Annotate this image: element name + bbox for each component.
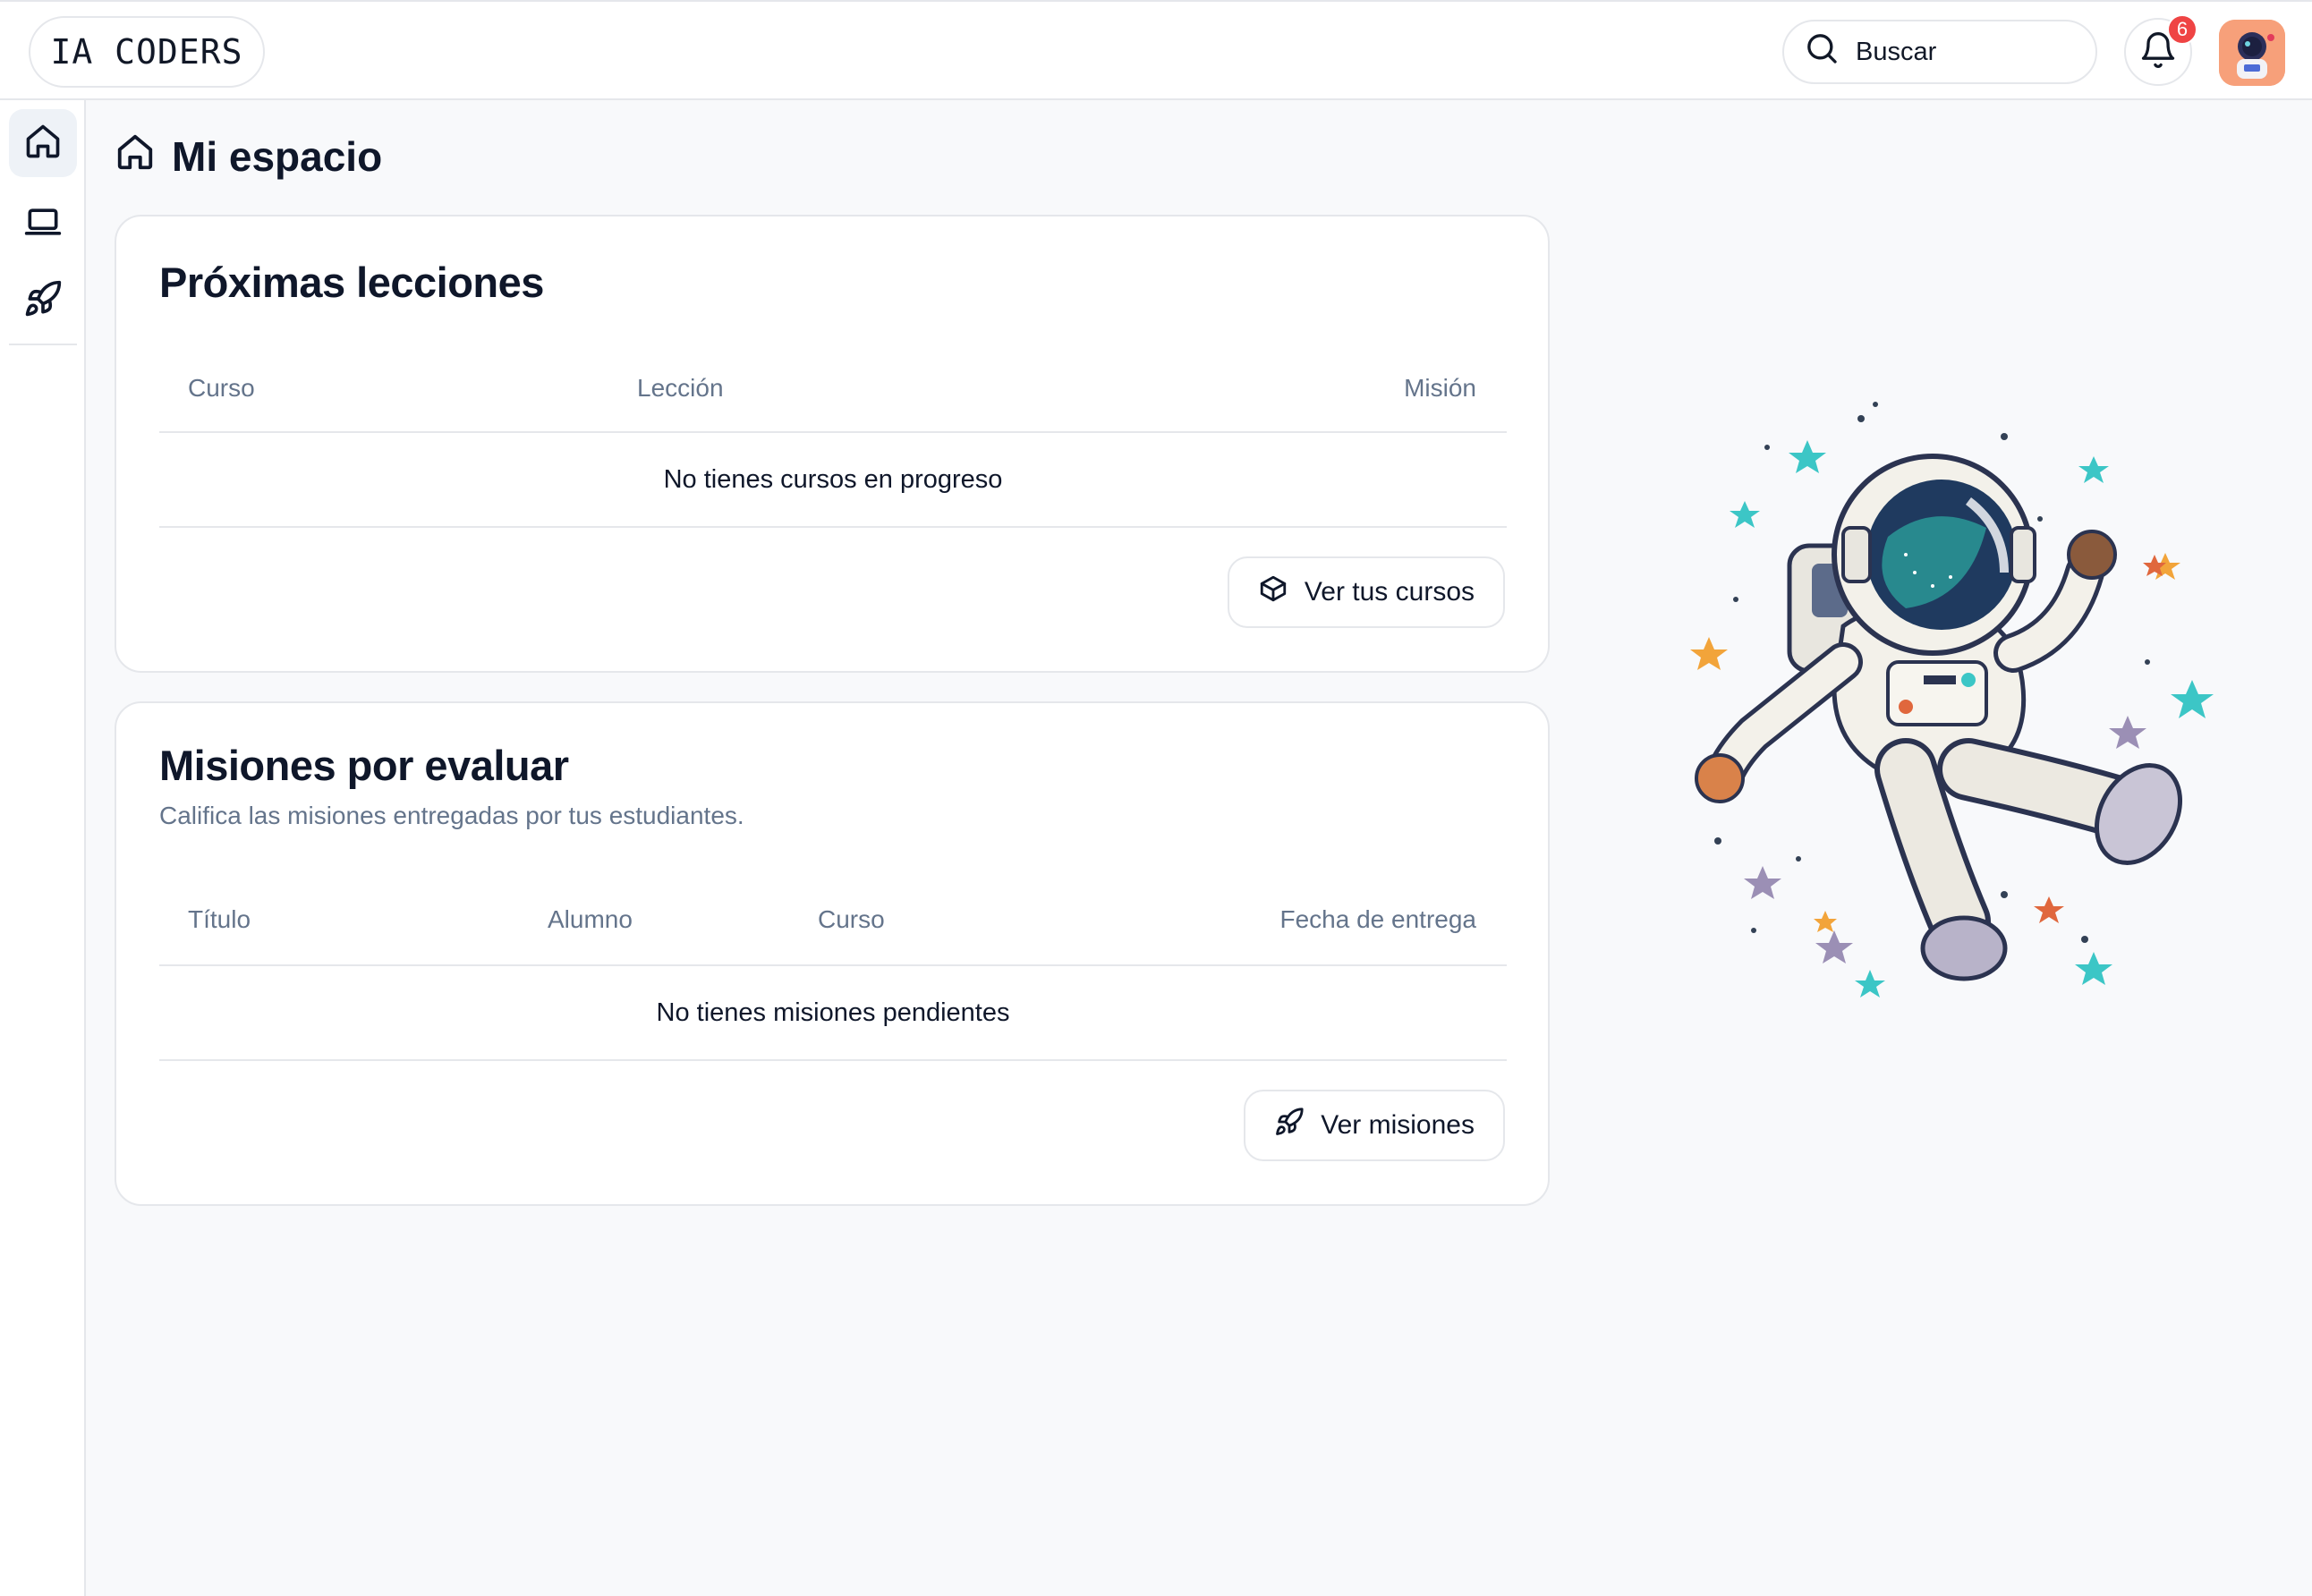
table-divider [159,431,1507,433]
sidebar [0,100,86,1596]
card-title: Misiones por evaluar [159,742,569,789]
column-header-student: Alumno [548,905,633,933]
page-title-text: Mi espacio [172,133,383,180]
missions-to-grade-card: Misiones por evaluar Califica las mision… [115,701,1550,1206]
table-divider [159,964,1507,966]
column-header-title: Título [188,905,251,933]
sidebar-item-courses[interactable] [9,190,77,258]
view-missions-button[interactable]: Ver misiones [1244,1090,1505,1161]
sidebar-divider [9,344,77,345]
notifications-button[interactable]: 6 [2124,14,2197,86]
top-bar: IA CODERS Buscar 6 [0,0,2312,100]
table-divider [159,526,1507,528]
home-icon [115,132,156,183]
page-title: Mi espacio [115,130,382,183]
card-title: Próximas lecciones [159,259,544,306]
view-missions-label: Ver misiones [1321,1110,1475,1140]
column-header-lesson: Lección [637,374,724,402]
view-courses-label: Ver tus cursos [1304,577,1475,607]
sidebar-item-home[interactable] [9,109,77,177]
empty-state-message: No tienes cursos en progreso [663,465,1003,494]
astronaut-illustration [1664,394,2219,1020]
table-divider [159,1059,1507,1061]
sidebar-item-missions[interactable] [9,267,77,335]
column-header-course: Curso [188,374,255,402]
search-placeholder: Buscar [1856,37,1937,66]
notification-count-badge: 6 [2167,14,2197,45]
column-header-mission: Misión [1404,374,1476,402]
upcoming-lessons-card: Próximas lecciones Curso Lección Misión … [115,215,1550,673]
package-icon [1258,573,1288,611]
home-icon [23,122,63,166]
rocket-icon [23,279,63,323]
empty-state-message: No tienes misiones pendientes [656,998,1010,1027]
rocket-icon [1274,1107,1305,1144]
laptop-icon [23,202,63,246]
column-header-due-date: Fecha de entrega [1279,905,1477,933]
search-box[interactable]: Buscar [1782,20,2097,84]
column-header-course: Curso [818,905,885,933]
card-subtitle: Califica las misiones entregadas por tus… [159,802,744,829]
user-avatar[interactable] [2219,20,2285,86]
app-logo[interactable]: IA CODERS [29,16,265,88]
view-courses-button[interactable]: Ver tus cursos [1227,556,1505,628]
search-icon [1804,30,1840,73]
